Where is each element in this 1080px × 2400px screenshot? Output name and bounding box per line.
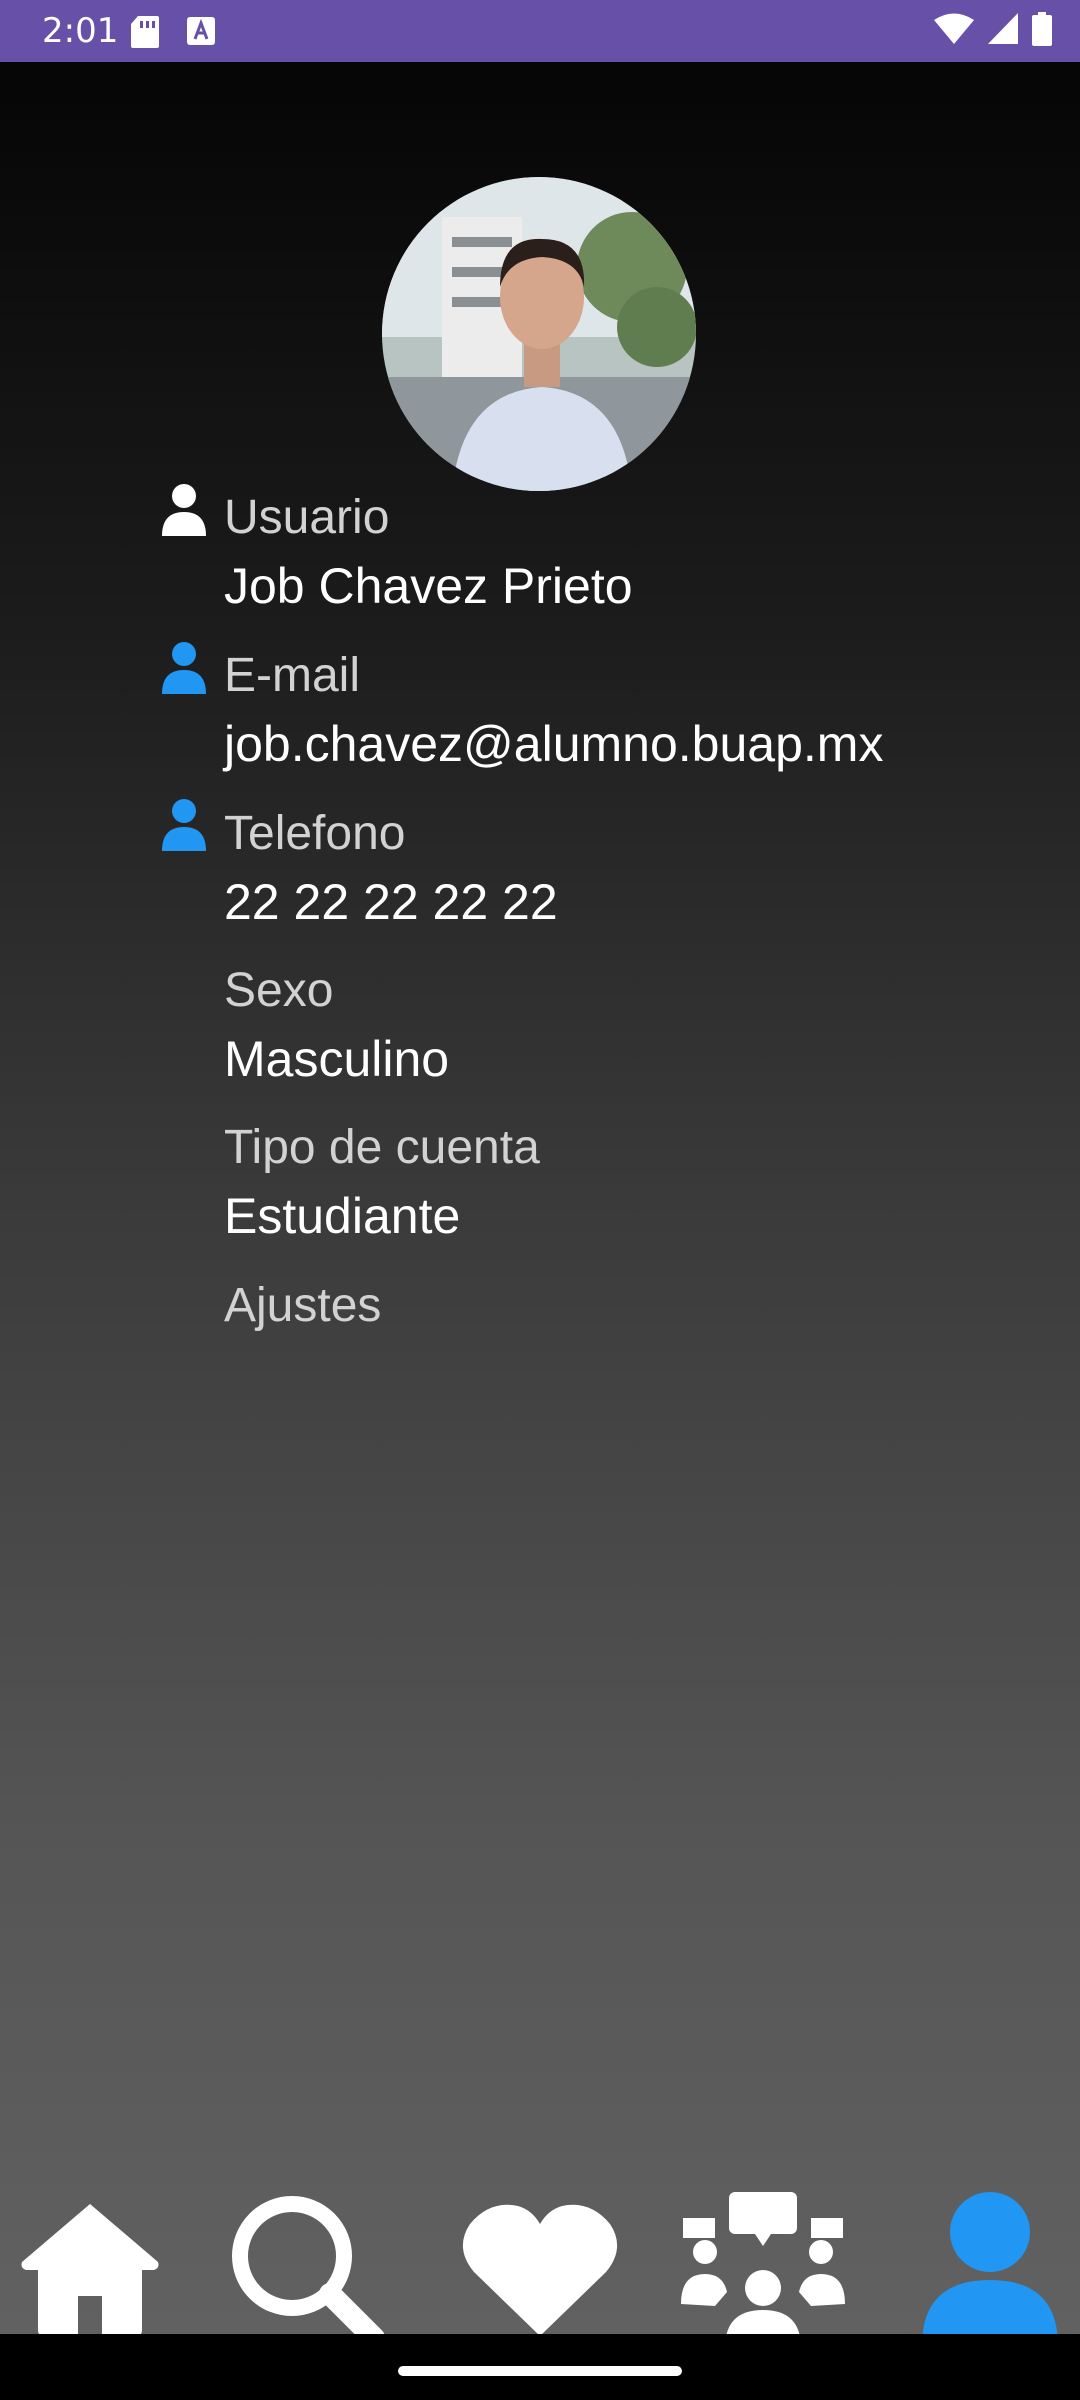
field-label-sexo: Sexo [224,964,334,1017]
profile-photo[interactable] [382,177,696,491]
status-bar: 2:01 [0,0,1080,62]
user-icon [162,484,206,536]
settings-link[interactable]: Ajustes [224,1278,381,1334]
field-label-tipo-cuenta: Tipo de cuenta [224,1121,540,1174]
nav-community[interactable] [673,2180,853,2360]
search-icon [232,2196,385,2349]
nav-favorites[interactable] [450,2180,630,2360]
profile-icon [922,2192,1058,2350]
battery-icon [1032,12,1052,46]
field-label-usuario: Usuario [224,491,390,544]
keyboard-a-icon [187,17,215,45]
heart-icon [462,2204,618,2336]
field-value-sexo: Masculino [224,1031,450,1087]
sd-card-icon [131,16,159,48]
nav-home[interactable] [0,2180,180,2360]
signal-icon [988,13,1018,44]
field-value-telefono: 22 22 22 22 22 [224,874,558,930]
field-label-telefono: Telefono [224,807,406,860]
field-value-email: job.chavez@alumno.buap.mx [224,716,884,772]
wifi-icon [934,13,974,44]
status-time: 2:01 [42,11,119,51]
field-label-email: E-mail [224,649,361,702]
user-icon [162,799,206,851]
nav-search[interactable] [216,2180,396,2360]
field-value-usuario: Job Chavez Prieto [224,558,633,614]
profile-screen: Usuario Job Chavez Prieto E-mail job.cha… [0,62,1080,2350]
community-icon [681,2192,845,2348]
gesture-handle[interactable] [398,2366,682,2376]
field-value-tipo-cuenta: Estudiante [224,1188,461,1244]
home-icon [21,2204,159,2336]
user-icon [162,642,206,694]
nav-profile[interactable] [900,2180,1080,2360]
